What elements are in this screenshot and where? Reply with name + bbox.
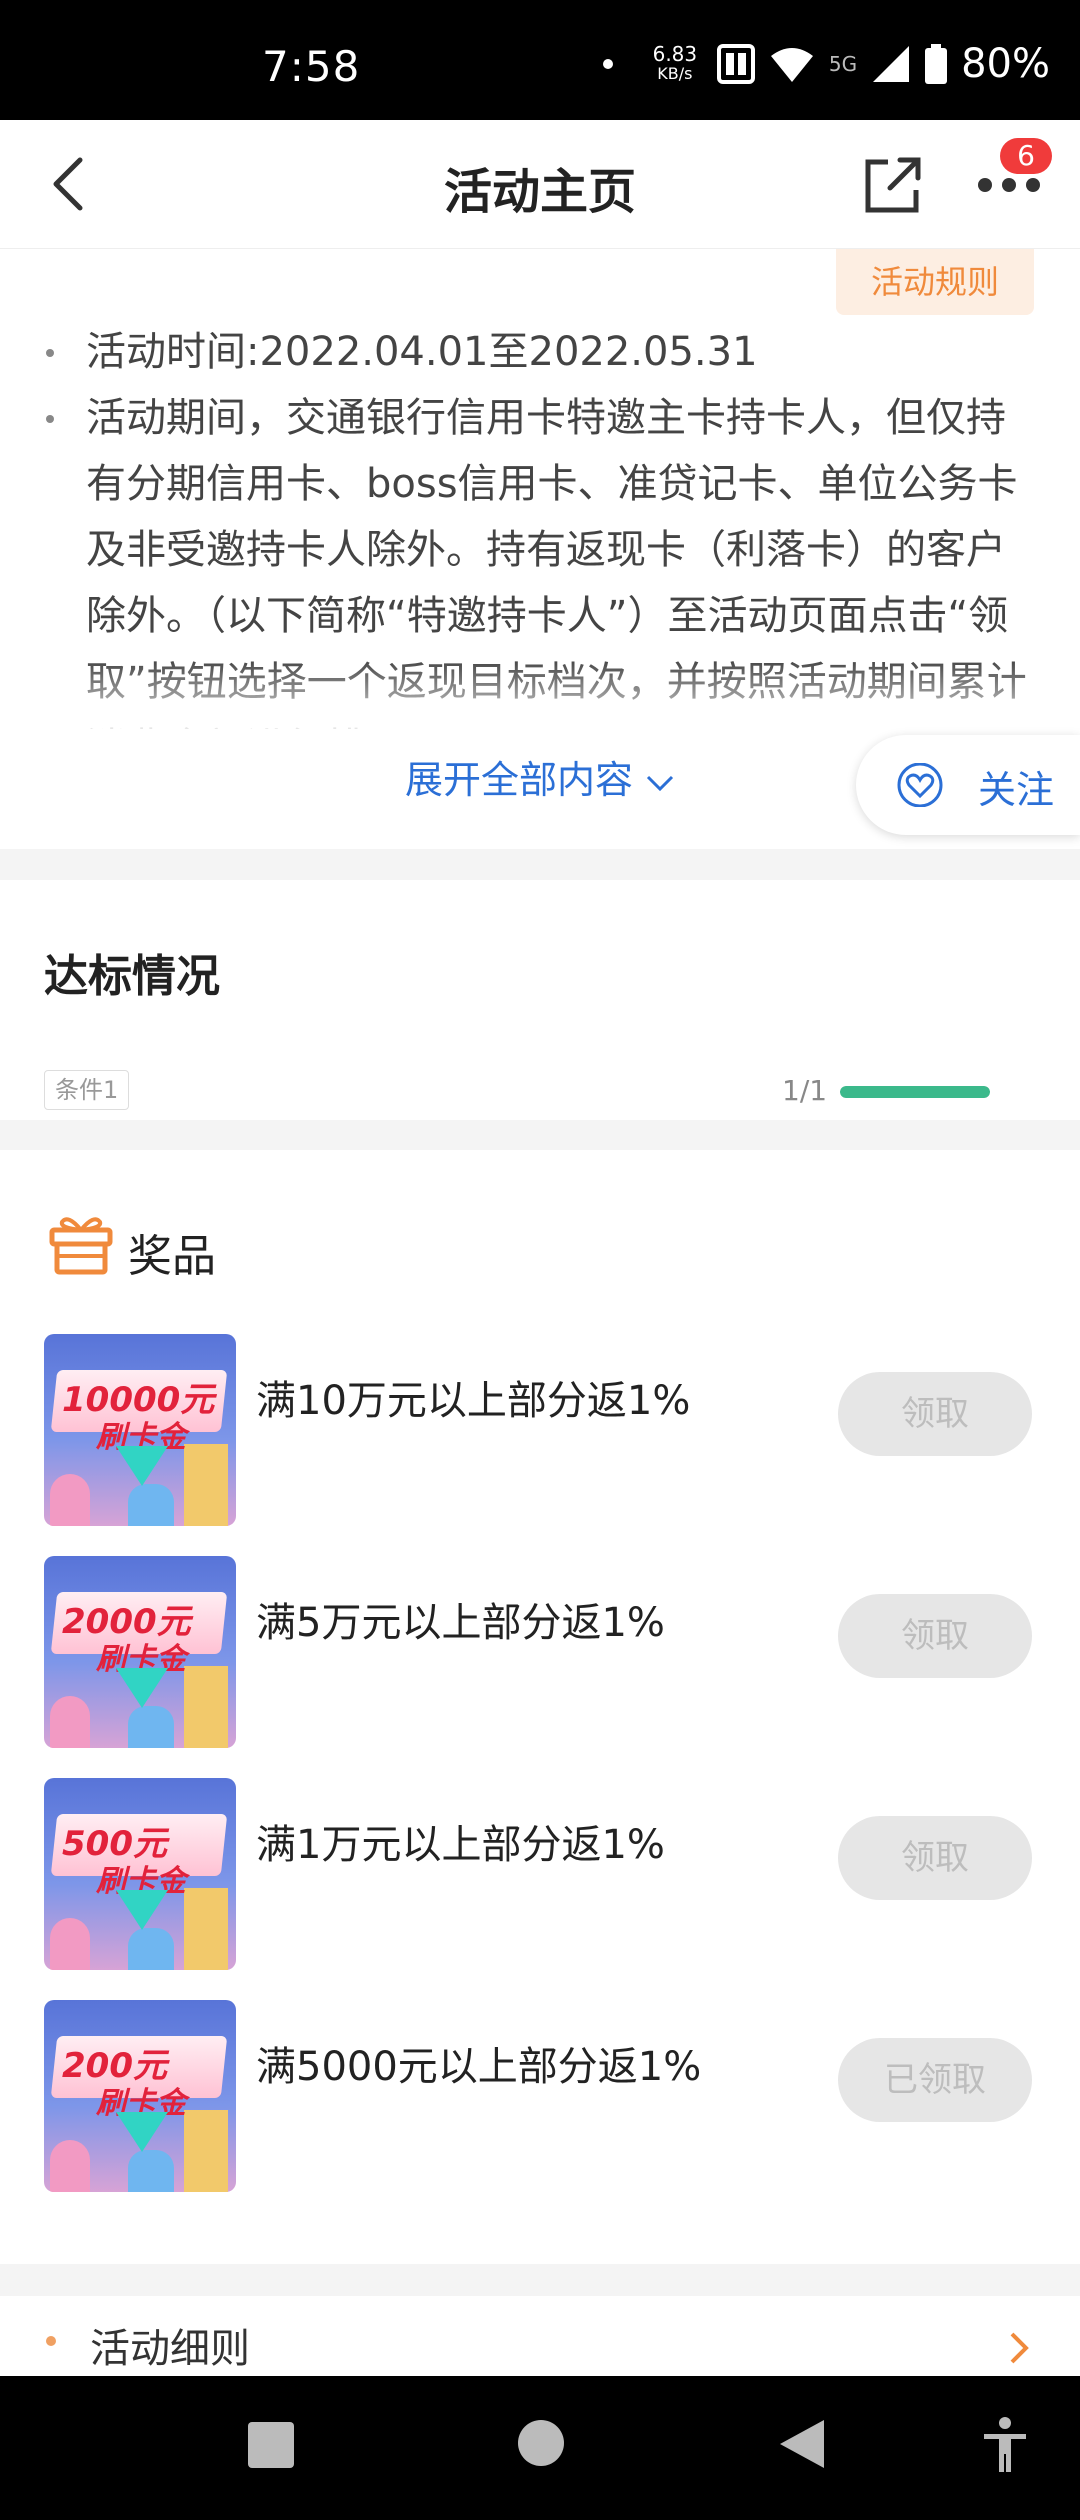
system-nav-bar bbox=[0, 2376, 1080, 2520]
status-icons: 6.83 KB/s 5G 80% bbox=[602, 40, 1050, 88]
progress-bar bbox=[840, 1086, 990, 1098]
back-icon[interactable] bbox=[780, 2420, 824, 2468]
prize-image-decor bbox=[50, 2140, 90, 2192]
notification-dot-icon bbox=[602, 59, 613, 69]
prize-image-decor bbox=[184, 1666, 228, 1748]
progress-fraction: 1/1 bbox=[782, 1074, 828, 1107]
prize-image-decor bbox=[116, 1446, 168, 1486]
prize-image-decor bbox=[128, 1706, 174, 1748]
status-time: 7:58 bbox=[262, 42, 361, 91]
rules-fade-overlay bbox=[0, 659, 1080, 739]
prize-image-decor bbox=[50, 1696, 90, 1748]
prizes-title: 奖品 bbox=[128, 1231, 216, 1282]
prize-image-decor bbox=[116, 1668, 168, 1708]
gift-icon bbox=[49, 1217, 113, 1275]
expand-label: 展开全部内容 bbox=[404, 758, 633, 802]
bullet-dot-icon bbox=[46, 2336, 56, 2346]
signal-icon bbox=[873, 46, 910, 82]
follow-button[interactable]: 关注 bbox=[856, 735, 1080, 835]
battery-percent: 80% bbox=[961, 41, 1050, 87]
prize-item: 200元 刷卡金 满5000元以上部分返1% 已领取 bbox=[0, 2000, 1080, 2192]
prize-item: 10000元 刷卡金 满10万元以上部分返1% 领取 bbox=[0, 1334, 1080, 1526]
prize-name: 满1万元以上部分返1% bbox=[256, 1822, 665, 1868]
prize-image-decor bbox=[184, 1444, 228, 1526]
home-icon[interactable] bbox=[518, 2420, 564, 2466]
heart-icon bbox=[897, 763, 943, 807]
prize-image: 10000元 刷卡金 bbox=[44, 1334, 236, 1526]
prize-image-decor bbox=[116, 2112, 168, 2152]
chevron-right-icon bbox=[1010, 2332, 1029, 2364]
more-options-icon[interactable] bbox=[976, 170, 1042, 200]
prize-image: 200元 刷卡金 bbox=[44, 2000, 236, 2192]
recent-apps-icon[interactable] bbox=[248, 2422, 294, 2468]
condition-tag: 条件1 bbox=[44, 1070, 130, 1110]
battery-icon bbox=[925, 44, 948, 84]
prize-image: 500元 刷卡金 bbox=[44, 1778, 236, 1970]
network-type: 5G bbox=[828, 52, 858, 76]
progress-card: 达标情况 条件1 1/1 bbox=[0, 880, 1080, 1120]
prize-image-decor bbox=[128, 1928, 174, 1970]
prize-name: 满5万元以上部分返1% bbox=[256, 1600, 665, 1646]
chevron-down-icon bbox=[646, 775, 674, 792]
rules-button[interactable]: 活动规则 bbox=[836, 249, 1034, 315]
claimed-button[interactable]: 已领取 bbox=[838, 2038, 1032, 2122]
wifi-icon bbox=[770, 48, 813, 82]
share-icon[interactable] bbox=[860, 154, 924, 218]
prizes-card: 奖品 10000元 刷卡金 满10万元以上部分返1% 领取 2000元 刷卡金 … bbox=[0, 1150, 1080, 2264]
prize-name: 满5000元以上部分返1% bbox=[256, 2044, 702, 2090]
app-header: 活动主页 6 bbox=[0, 120, 1080, 249]
prize-image-decor bbox=[128, 1484, 174, 1526]
prize-image-decor bbox=[50, 1918, 90, 1970]
claim-button[interactable]: 领取 bbox=[838, 1594, 1032, 1678]
follow-label: 关注 bbox=[978, 768, 1055, 812]
net-speed-value: 6.83 bbox=[652, 42, 698, 66]
prize-image-decor bbox=[184, 2110, 228, 2192]
prize-image-decor bbox=[116, 1890, 168, 1930]
net-speed: 6.83 KB/s bbox=[647, 44, 703, 84]
prize-item: 500元 刷卡金 满1万元以上部分返1% 领取 bbox=[0, 1778, 1080, 1970]
claim-button[interactable]: 领取 bbox=[838, 1372, 1032, 1456]
prize-image-decor bbox=[184, 1888, 228, 1970]
prize-item: 2000元 刷卡金 满5万元以上部分返1% 领取 bbox=[0, 1556, 1080, 1748]
prize-image-decor bbox=[128, 2150, 174, 2192]
status-bar: 7:58 6.83 KB/s 5G 80% bbox=[0, 0, 1080, 120]
progress-bar-fill bbox=[840, 1086, 990, 1098]
notification-badge: 6 bbox=[1000, 138, 1052, 174]
prize-name: 满10万元以上部分返1% bbox=[256, 1378, 691, 1424]
prize-image: 2000元 刷卡金 bbox=[44, 1556, 236, 1748]
claim-button[interactable]: 领取 bbox=[838, 1816, 1032, 1900]
net-speed-unit: KB/s bbox=[657, 64, 693, 83]
accessibility-icon[interactable] bbox=[980, 2416, 1030, 2474]
rule-item: 活动时间:2022.04.01至2022.05.31 bbox=[42, 319, 1042, 385]
rules-card: 活动规则 活动时间:2022.04.01至2022.05.31 活动期间，交通银… bbox=[0, 249, 1080, 849]
activity-details-row[interactable]: 活动细则 bbox=[0, 2296, 1080, 2376]
activity-details-label: 活动细则 bbox=[90, 2326, 250, 2372]
progress-title: 达标情况 bbox=[44, 951, 220, 1002]
nfc-icon bbox=[716, 44, 755, 84]
prize-image-decor bbox=[50, 1474, 90, 1526]
